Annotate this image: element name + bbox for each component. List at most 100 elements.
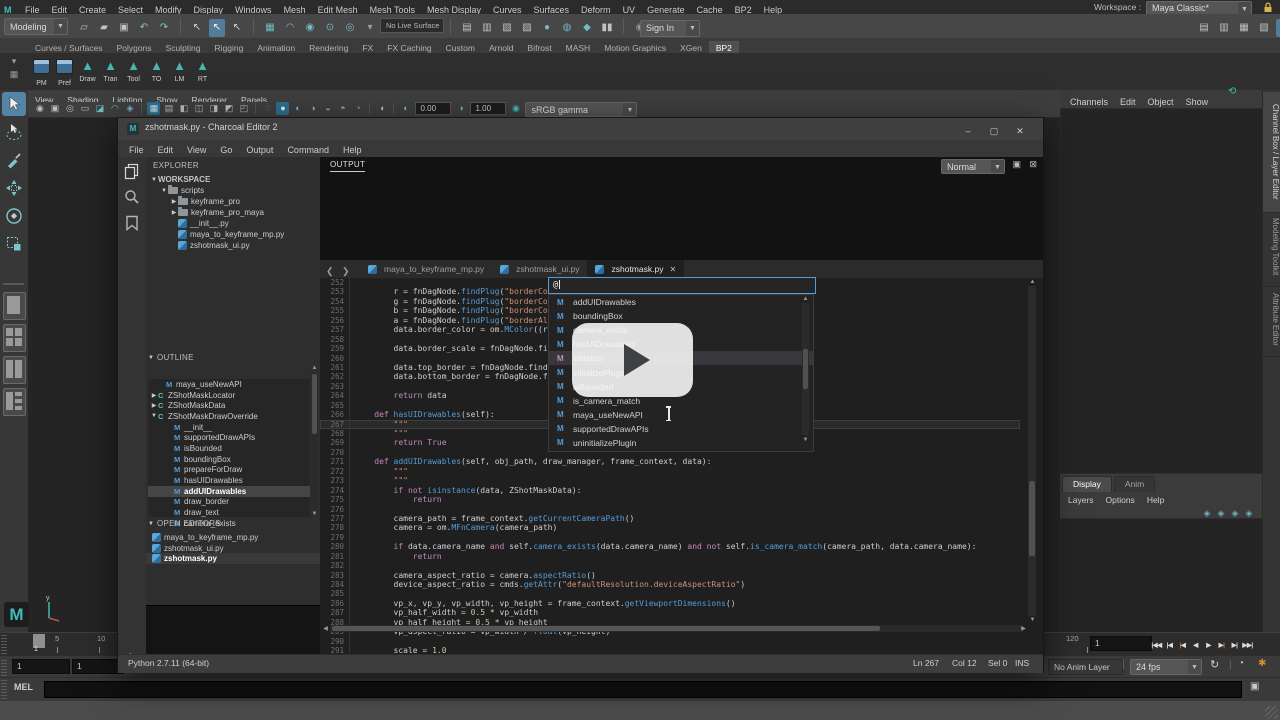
playback-loop-icon[interactable]: ↻ [1210,658,1219,671]
tree-item-keyframe-pro[interactable]: ▶ keyframe_pro [148,196,318,207]
time-slider-grip[interactable] [1,635,7,654]
rotate-tool[interactable] [2,204,26,228]
code-line[interactable]: 279 [320,532,1020,543]
outline-scrollbar[interactable] [311,372,318,510]
command-input[interactable] [44,681,1242,698]
gamma-field[interactable]: 1.00 [470,102,507,115]
render-view-icon[interactable]: ◍ [559,19,575,37]
go-to-end-button[interactable]: ▶▶| [1241,637,1254,655]
channel-box-menu-show[interactable]: Show [1180,95,1215,109]
resize-grip[interactable] [1265,706,1278,719]
single-pane-layout-button[interactable] [3,292,26,320]
grease-pencil-icon[interactable]: ◈ [123,102,136,115]
outline-item-zshotmaskdata[interactable]: ▶ C ZShotMaskData [148,400,310,411]
grid-toggle-icon[interactable]: ▦ [147,102,161,115]
open-editor-maya-to-keyframe-mp-py[interactable]: maya_to_keyframe_mp.py [146,532,320,543]
snap-point-icon[interactable]: ◉ [302,19,318,37]
render-settings-icon[interactable]: ▨ [519,19,535,37]
scroll-up-icon[interactable]: ▲ [1029,279,1036,285]
shelf-item-to[interactable]: ▲ TO [145,57,168,84]
scroll-down-icon[interactable]: ▼ [1029,617,1036,623]
shelf-tab-menu-icon[interactable]: ▾ [3,55,25,68]
snap-view-plane-icon[interactable]: ◎ [342,19,358,37]
shelf-item-rt[interactable]: ▲ RT [191,57,214,84]
exposure-field[interactable]: 0.00 [415,102,452,115]
resolution-gate-icon[interactable]: ◧ [177,102,190,115]
camera-attributes-icon[interactable]: ◎ [63,102,76,115]
clear-output-icon[interactable]: ⊠ [1029,159,1037,170]
workspace-dropdown[interactable]: Maya Classic* ▼ [1146,1,1252,15]
editor-tab-zshotmask-py[interactable]: zshotmask.py ✕ [587,260,685,278]
shelf-item-pm[interactable]: PM [30,57,53,88]
cut-icon[interactable]: ◆ [579,19,595,37]
code-line[interactable]: 276 [320,504,1020,514]
chevron-right-icon[interactable]: ▶ [150,402,158,409]
menu-set-dropdown[interactable]: Modeling ▼ [4,18,68,35]
channel-box-menu-edit[interactable]: Edit [1114,95,1142,109]
code-line[interactable]: 287 vp_half_width = 0.5 * vp_width [320,608,1020,618]
code-line[interactable]: 271 def addUIDrawables(self, obj_path, d… [320,457,1020,467]
shaded-icon[interactable]: ● [276,102,290,115]
auto-key-icon[interactable]: ◔ [1238,658,1244,669]
four-pane-layout-button[interactable] [3,324,26,352]
command-line-grip[interactable] [1,680,7,699]
script-editor-icon[interactable]: ▣ [1250,681,1259,692]
render-icon[interactable]: ▤ [459,19,475,37]
code-line[interactable]: 282 [320,561,1020,571]
chevron-down-icon[interactable]: ▼ [160,188,168,194]
ipr-render-icon[interactable]: ▥ [479,19,495,37]
nav-back-icon[interactable]: ❮ [320,262,338,280]
scrollbar-thumb[interactable] [1029,481,1035,556]
select-camera-icon[interactable]: ◉ [33,102,46,115]
side-tab-channel-box-layer-editor[interactable]: Channel Box / Layer Editor [1263,92,1280,213]
shelf-item-pref[interactable]: Pref [53,57,76,88]
safe-title-icon[interactable]: ◰ [237,102,250,115]
layer-editor-content[interactable] [1060,518,1264,634]
save-output-icon[interactable]: ▣ [1012,159,1021,170]
search-icon[interactable] [124,189,140,205]
toggle-channel-box-icon[interactable]: ▨ [1276,19,1280,37]
gate-mask-icon[interactable]: ◫ [192,102,205,115]
editor-tab-maya-to-keyframe-mp-py[interactable]: maya_to_keyframe_mp.py [360,260,492,278]
shelf-item-tool[interactable]: ▲ Tool [122,57,145,84]
snap-curve-icon[interactable]: ◠ [282,19,298,37]
scrollbar-thumb[interactable] [803,349,808,389]
image-plane-icon[interactable]: ◪ [93,102,106,115]
scale-tool[interactable] [2,232,26,256]
chevron-down-icon[interactable]: ▼ [150,177,158,183]
layer-menu-layers[interactable]: Layers [1062,494,1100,507]
evaluation-mode-icon[interactable]: ✱ [1258,658,1266,669]
rotate-view-icon[interactable]: ⟲ [1228,86,1236,97]
code-line[interactable]: 274 if not isinstance(data, ZShotMaskDat… [320,485,1020,496]
outline-item-isbounded[interactable]: MisBounded [148,443,310,454]
select-hierarchy-icon[interactable]: ↖ [189,19,205,37]
snap-projected-center-icon[interactable]: ⊙ [322,19,338,37]
scroll-up-icon[interactable]: ▲ [311,365,318,371]
pause-viewport-icon[interactable]: ▮▮ [599,19,615,37]
step-forward-frame-button[interactable]: ▶| [1228,637,1241,655]
bookmark-view-icon[interactable]: ▭ [78,102,91,115]
scroll-left-icon[interactable]: ◀ [322,625,329,632]
tree-item-init-py[interactable]: __init__.py [148,218,318,229]
tree-item-workspace[interactable]: ▼ WORKSPACE [148,174,318,185]
outline-item-boundingbox[interactable]: MboundingBox [148,454,310,465]
channel-box-menu-channels[interactable]: Channels [1064,95,1114,109]
hypershade-icon[interactable]: ● [539,19,555,37]
outline-item-hasuidrawables[interactable]: MhasUIDrawables [148,475,310,486]
step-back-frame-button[interactable]: |◀ [1163,637,1176,655]
2d-pan-zoom-icon[interactable]: ◠ [108,102,121,115]
step-back-key-button[interactable]: |◀ [1176,637,1189,655]
ambient-occlusion-icon[interactable]: ◓ [336,102,349,115]
gamma-icon[interactable]: ◑ [454,102,467,115]
undo-icon[interactable]: ↶ [136,19,152,37]
safe-action-icon[interactable]: ◩ [222,102,235,115]
editor-tab-zshotmask-ui-py[interactable]: zshotmask_ui.py [492,260,587,278]
outline-item-zshotmaskdrawoverride[interactable]: ▼ C ZShotMaskDrawOverride [148,411,310,422]
close-button[interactable]: ✕ [1007,123,1033,139]
outline-item-draw-border[interactable]: Mdraw_border [148,497,310,508]
anim-layer-field[interactable]: No Anim Layer [1048,659,1123,675]
code-line[interactable]: 278 camera = om.MFnCamera(camera_path) [320,523,1020,533]
autocomplete-item-adduidrawables[interactable]: MaddUIDrawables [549,295,813,309]
sign-in-dropdown[interactable]: Sign In ▼ [640,19,700,37]
range-start-inner-field[interactable]: 1 [72,659,124,674]
